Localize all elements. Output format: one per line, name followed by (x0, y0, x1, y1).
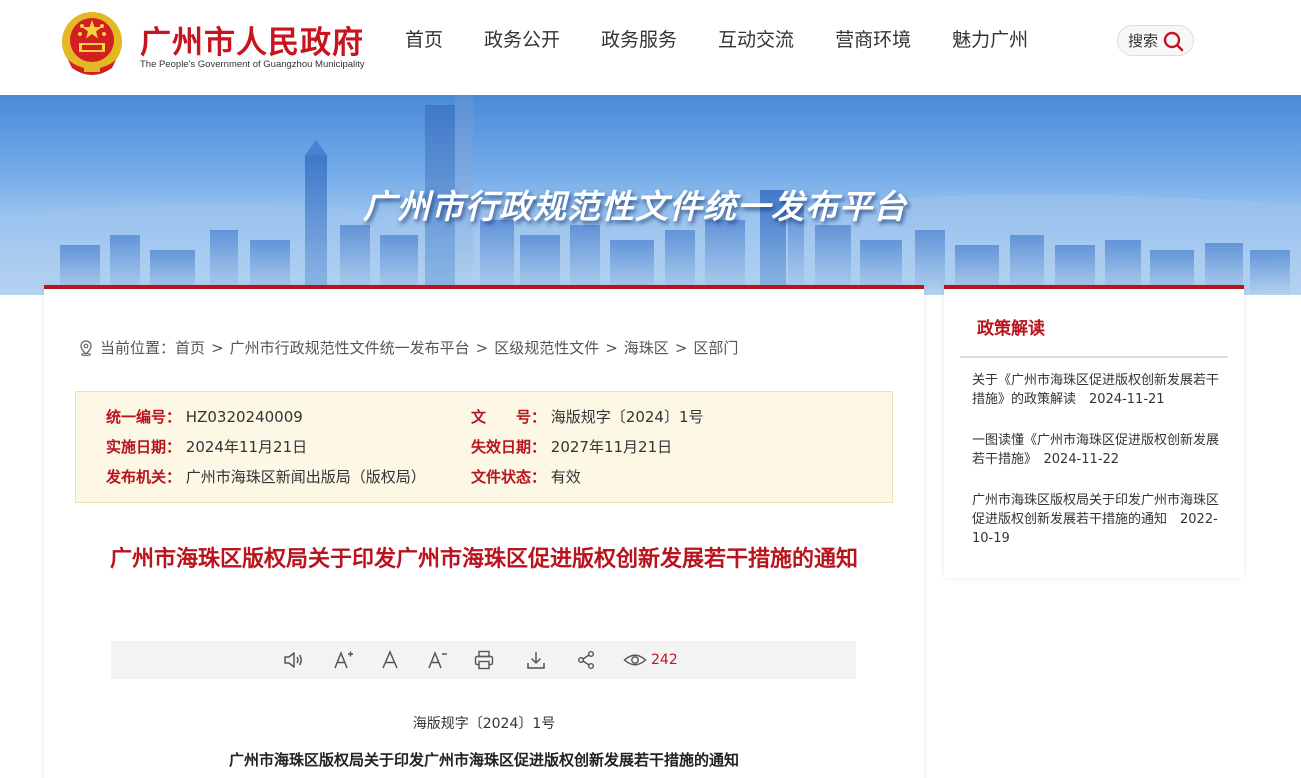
info-label: 实施日期： (106, 438, 182, 456)
policy-interpretation-sidebar: 政策解读 关于《广州市海珠区促进版权创新发展若干措施》的政策解读 2024-11… (944, 285, 1244, 578)
sidebar-item-infographic[interactable]: 一图读懂《广州市海珠区促进版权创新发展若干措施》 2024-11-22 (972, 431, 1222, 469)
search-icon (1163, 31, 1184, 51)
speaker-icon[interactable] (282, 649, 304, 671)
breadcrumb-platform[interactable]: 广州市行政规范性文件统一发布平台 (230, 337, 470, 358)
search-button[interactable]: 搜索 (1117, 25, 1194, 56)
banner-title: 广州市行政规范性文件统一发布平台 (363, 187, 907, 226)
sidebar-item-notice[interactable]: 广州市海珠区版权局关于印发广州市海珠区促进版权创新发展若干措施的通知 2022-… (972, 491, 1222, 548)
nav-item-charm-guangzhou[interactable]: 魅力广州 (952, 26, 1028, 54)
nav-item-interaction[interactable]: 互动交流 (718, 26, 794, 54)
info-value: 海版规字〔2024〕1号 (550, 408, 704, 426)
national-emblem-icon[interactable] (60, 10, 124, 80)
info-value: 广州市海珠区新闻出版局（版权局） (185, 468, 426, 486)
nav-item-public-affairs[interactable]: 政务公开 (484, 26, 560, 54)
location-pin-icon (80, 339, 92, 356)
banner: 广州市行政规范性文件统一发布平台 (0, 95, 1301, 295)
font-normal-icon[interactable] (379, 649, 401, 671)
info-expiry-date: 失效日期： 2027年11月21日 (471, 436, 672, 457)
info-value: 有效 (550, 468, 581, 486)
info-label: 文 号： (471, 408, 547, 426)
nav-item-business[interactable]: 营商环境 (835, 26, 911, 54)
breadcrumb-separator: > (605, 338, 618, 357)
document-title: 广州市海珠区版权局关于印发广州市海珠区促进版权创新发展若干措施的通知 (109, 547, 858, 572)
eye-icon (623, 654, 647, 666)
info-issuer: 发布机关： 广州市海珠区新闻出版局（版权局） (106, 466, 426, 487)
sidebar-item-policy-interpretation[interactable]: 关于《广州市海珠区促进版权创新发展若干措施》的政策解读 2024-11-21 (972, 371, 1222, 409)
info-value: 2024年11月21日 (185, 438, 308, 456)
main-nav: 首页 政务公开 政务服务 互动交流 营商环境 魅力广州 (405, 26, 1069, 54)
breadcrumb-departments[interactable]: 区部门 (693, 337, 738, 358)
info-label: 统一编号： (106, 408, 182, 426)
info-value: HZ0320240009 (185, 408, 303, 426)
sidebar-divider (960, 356, 1228, 358)
info-serial: 统一编号： HZ0320240009 (106, 406, 303, 427)
share-icon[interactable] (575, 649, 597, 671)
info-label: 发布机关： (106, 468, 182, 486)
breadcrumb: 当前位置： 首页 > 广州市行政规范性文件统一发布平台 > 区级规范性文件 > … (78, 337, 738, 358)
breadcrumb-separator: > (674, 338, 688, 357)
print-icon[interactable] (473, 649, 495, 671)
info-docno: 文 号： 海版规字〔2024〕1号 (471, 406, 704, 427)
site-subtitle: The People's Government of Guangzhou Mun… (140, 59, 365, 70)
breadcrumb-separator: > (211, 338, 224, 357)
view-counter: 242 (623, 649, 678, 671)
font-increase-icon[interactable] (332, 649, 354, 671)
nav-item-services[interactable]: 政务服务 (601, 26, 677, 54)
document-info-box: 统一编号： HZ0320240009 文 号： 海版规字〔2024〕1号 实施日… (75, 391, 893, 503)
breadcrumb-home[interactable]: 首页 (175, 337, 205, 358)
site-title[interactable]: 广州市人民政府 (140, 17, 364, 62)
info-value: 2027年11月21日 (550, 438, 673, 456)
font-decrease-icon[interactable] (426, 649, 448, 671)
info-effective-date: 实施日期： 2024年11月21日 (106, 436, 307, 457)
download-icon[interactable] (525, 649, 547, 671)
nav-item-home[interactable]: 首页 (405, 26, 443, 54)
info-label: 失效日期： (471, 438, 547, 456)
reading-toolbar: 242 (111, 641, 856, 679)
info-status: 文件状态： 有效 (471, 466, 581, 487)
document-subtitle: 广州市海珠区版权局关于印发广州市海珠区促进版权创新发展若干措施的通知 (228, 751, 739, 769)
search-label: 搜索 (1128, 32, 1159, 50)
main-content-panel: 当前位置： 首页 > 广州市行政规范性文件统一发布平台 > 区级规范性文件 > … (44, 285, 924, 778)
sidebar-title: 政策解读 (977, 319, 1045, 339)
breadcrumb-district-docs[interactable]: 区级规范性文件 (494, 337, 599, 358)
site-header: 广州市人民政府 The People's Government of Guang… (0, 0, 1301, 95)
view-count: 242 (651, 652, 678, 668)
document-number: 海版规字〔2024〕1号 (412, 716, 556, 732)
info-label: 文件状态： (471, 468, 547, 486)
breadcrumb-haizhu[interactable]: 海珠区 (624, 337, 669, 358)
breadcrumb-prefix: 当前位置： (100, 339, 176, 357)
breadcrumb-separator: > (475, 338, 489, 357)
